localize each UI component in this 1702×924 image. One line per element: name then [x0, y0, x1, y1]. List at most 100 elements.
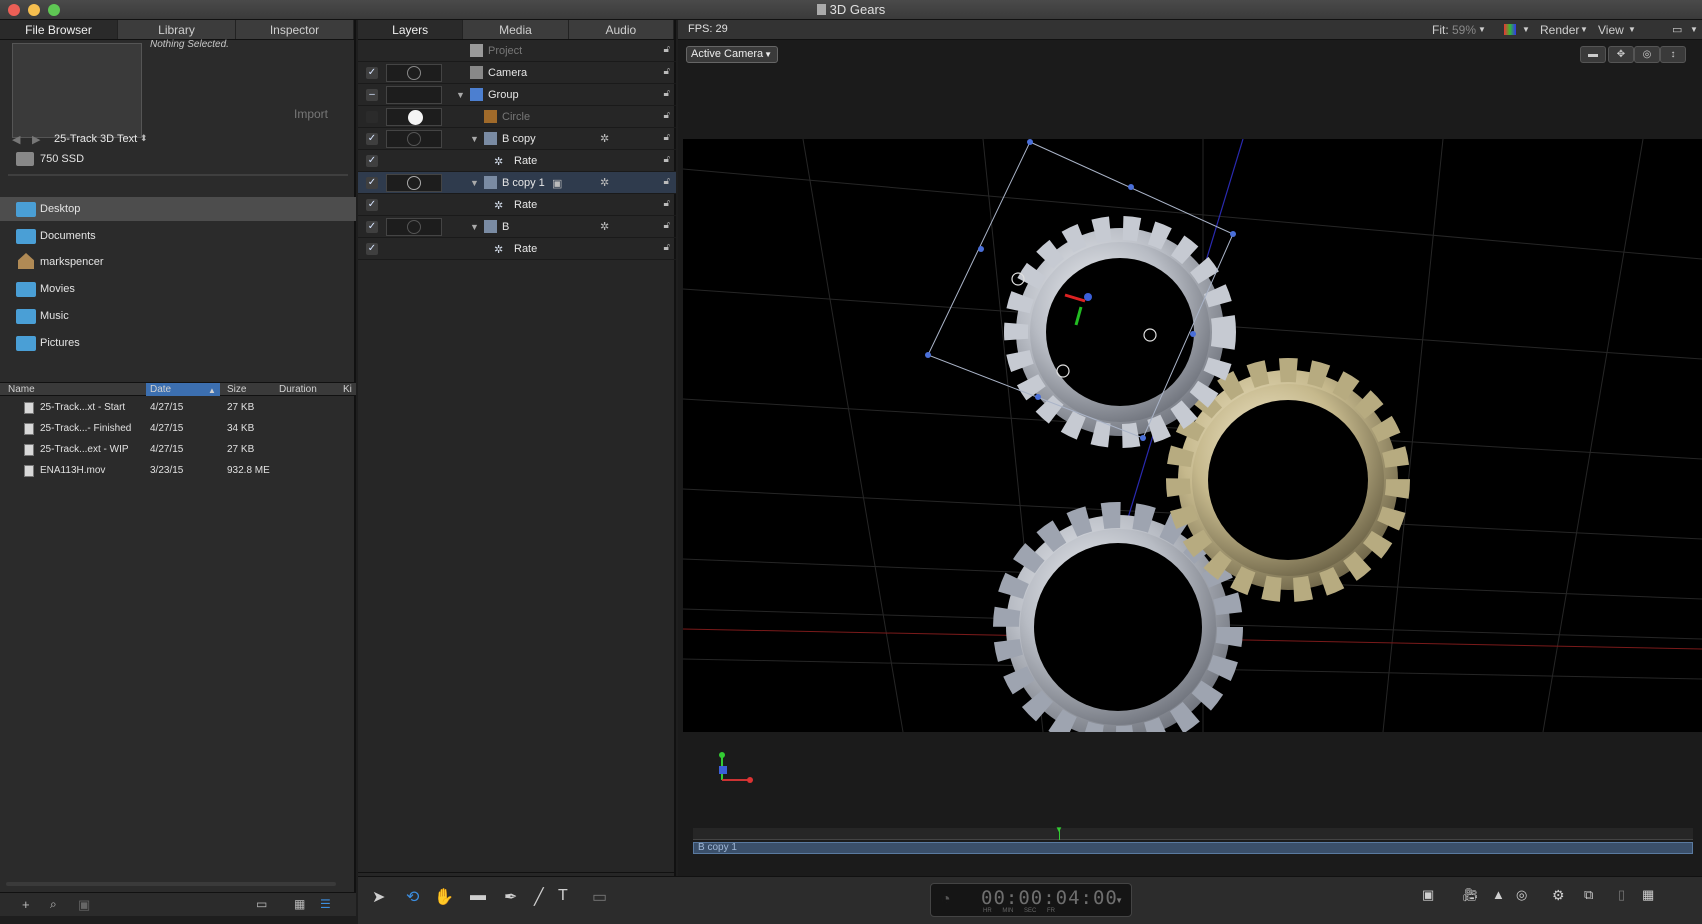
chevron-down-icon[interactable]: ▼ [1115, 896, 1123, 905]
color-channels-icon[interactable] [1504, 24, 1516, 35]
current-folder-label[interactable]: 25-Track 3D Text [54, 133, 137, 145]
layout-icon[interactable]: ⧉ [1584, 887, 1593, 903]
file-row[interactable]: 25-Track...- Finished 4/27/15 34 KB [0, 421, 356, 440]
paint-stroke-tool-icon[interactable]: ╱ [534, 887, 544, 907]
grid-icon[interactable]: ▦ [1642, 887, 1654, 903]
transform-3d-tool-icon[interactable]: ⟲ [406, 887, 419, 907]
orbit-view-icon[interactable]: ◎ [1634, 46, 1660, 63]
file-row[interactable]: 25-Track...ext - WIP 4/27/15 27 KB [0, 442, 356, 461]
sidebar-item-desktop[interactable]: Desktop [0, 197, 356, 221]
layer-row-rate[interactable]: ✓ ✲ Rate 🔓︎ [358, 238, 676, 260]
lock-icon[interactable]: 🔓︎ [664, 176, 670, 187]
sidebar-item-music[interactable]: Music [0, 304, 356, 328]
disclosure-triangle-icon[interactable]: ▼ [470, 134, 479, 144]
behavior-gear-icon[interactable]: ✲ [600, 176, 609, 189]
lock-icon[interactable]: 🔓︎ [664, 154, 670, 165]
render-menu[interactable]: Render [1540, 23, 1579, 37]
zoom-value[interactable]: 59% [1452, 23, 1476, 37]
layout-dropdown-icon[interactable]: ▼ [1690, 25, 1698, 34]
layer-row-circle[interactable]: Circle 🔓︎ [358, 106, 676, 128]
pan-view-icon[interactable]: ✥ [1608, 46, 1634, 63]
visibility-checkbox[interactable]: ✓ [366, 199, 378, 211]
lock-icon[interactable]: 🔓︎ [664, 198, 670, 209]
column-kind[interactable]: Ki [343, 383, 352, 396]
layer-row-rate[interactable]: ✓ ✲ Rate 🔓︎ [358, 150, 676, 172]
tab-audio[interactable]: Audio [569, 20, 674, 39]
render-dropdown-icon[interactable]: ▼ [1580, 25, 1588, 34]
hand-tool-icon[interactable]: ✋ [434, 887, 454, 907]
lock-icon[interactable]: 🔓︎ [664, 88, 670, 99]
lock-icon[interactable]: 🔓︎ [664, 220, 670, 231]
timeline-clip[interactable]: B copy 1 [693, 842, 1693, 854]
canvas-viewport[interactable] [683, 139, 1702, 732]
lock-icon[interactable]: 🔓︎ [664, 132, 670, 143]
light-icon[interactable]: ▲ [1492, 887, 1505, 902]
grid-view-icon[interactable]: ▦ [294, 897, 305, 911]
list-view-icon[interactable]: ☰ [320, 897, 331, 911]
visibility-checkbox[interactable]: ✓ [366, 155, 378, 167]
folder-popup-icon[interactable]: ⬍ [140, 133, 148, 144]
visibility-checkbox[interactable]: ✓ [366, 177, 378, 189]
time-ruler[interactable]: ▼ [693, 825, 1693, 840]
filters-icon[interactable]: ◎ [1516, 887, 1527, 903]
visibility-checkbox[interactable]: ✓ [366, 221, 378, 233]
file-row[interactable]: 25-Track...xt - Start 4/27/15 27 KB [0, 400, 356, 419]
forward-arrow-icon[interactable]: ▶ [32, 133, 40, 146]
visibility-checkbox[interactable]: ✓ [366, 67, 378, 79]
layer-row-rate[interactable]: ✓ ✲ Rate 🔓︎ [358, 194, 676, 216]
tab-library[interactable]: Library [118, 20, 236, 39]
tab-file-browser[interactable]: File Browser [0, 20, 118, 39]
behavior-gear-icon[interactable]: ✲ [600, 220, 609, 233]
import-button[interactable]: Import [294, 107, 328, 121]
column-size[interactable]: Size [227, 383, 246, 396]
lock-icon[interactable]: 🔓︎ [664, 242, 670, 253]
back-arrow-icon[interactable]: ◀ [12, 133, 20, 146]
add-object-icon[interactable]: ▣ [1422, 887, 1434, 903]
file-row[interactable]: ENA113H.mov 3/23/15 932.8 ME [0, 463, 356, 482]
search-icon[interactable]: ⌕ [50, 897, 57, 912]
column-name[interactable]: Name [8, 383, 35, 396]
behaviors-gear-icon[interactable]: ⚙ [1552, 887, 1565, 904]
sidebar-item-movies[interactable]: Movies [0, 277, 356, 301]
channels-dropdown-icon[interactable]: ▼ [1522, 25, 1530, 34]
visibility-checkbox[interactable]: ✓ [366, 133, 378, 145]
tab-media[interactable]: Media [463, 20, 569, 39]
new-folder-icon[interactable]: ▭ [256, 897, 267, 911]
camera-tool-icon[interactable]: 🎥︎ [1462, 887, 1479, 903]
mask-tool-icon[interactable]: ▭ [592, 887, 607, 907]
text-tool-icon[interactable]: T [558, 887, 568, 905]
layer-row-b[interactable]: ✓ ▼ B ✲ 🔓︎ [358, 216, 676, 238]
layout-icon[interactable]: ▭ [1672, 23, 1682, 36]
zoom-dropdown-icon[interactable]: ▼ [1478, 25, 1486, 34]
lock-icon[interactable]: 🔓︎ [664, 66, 670, 77]
select-tool-icon[interactable]: ➤ [372, 887, 385, 907]
bezier-tool-icon[interactable]: ✒ [504, 887, 517, 907]
disclosure-triangle-icon[interactable]: ▼ [470, 178, 479, 188]
timecode-display[interactable]: ◔ 00:00:04:00 HR MIN SEC FR ▼ [930, 883, 1132, 917]
rectangle-tool-icon[interactable]: ▬ [470, 887, 486, 905]
sidebar-item-pictures[interactable]: Pictures [0, 331, 356, 355]
dolly-view-icon[interactable]: ↕ [1660, 46, 1686, 63]
view-menu[interactable]: View [1598, 23, 1624, 37]
lock-icon[interactable]: 🔓︎ [664, 110, 670, 121]
layer-row-project[interactable]: Project 🔓︎ [358, 40, 676, 62]
visibility-checkbox[interactable]: ✓ [366, 243, 378, 255]
sidebar-item-home[interactable]: markspencer [0, 250, 356, 274]
lock-icon[interactable]: 🔓︎ [664, 44, 670, 55]
camera-view-icon[interactable]: ▬ [1580, 46, 1606, 63]
make-clone-icon[interactable]: ▯ [1618, 887, 1625, 903]
add-icon[interactable]: + [22, 897, 30, 912]
layer-row-b-copy-1[interactable]: ✓ ▼ B copy 1 ▣ ✲ 🔓︎ [358, 172, 676, 194]
tab-layers[interactable]: Layers [358, 20, 464, 39]
visibility-checkbox[interactable]: – [366, 89, 378, 101]
behavior-gear-icon[interactable]: ✲ [600, 132, 609, 145]
horizontal-scrollbar[interactable] [6, 882, 336, 886]
disclosure-triangle-icon[interactable]: ▼ [470, 222, 479, 232]
layer-row-camera[interactable]: ✓ Camera 🔓︎ [358, 62, 676, 84]
tab-inspector[interactable]: Inspector [236, 20, 354, 39]
visibility-checkbox[interactable] [366, 111, 378, 123]
layer-row-group[interactable]: – ▼ Group 🔓︎ [358, 84, 676, 106]
preview-toggle-icon[interactable]: ▣ [78, 897, 90, 913]
column-date[interactable]: Date [150, 383, 171, 396]
camera-dropdown[interactable]: Active Camera ▼ [686, 46, 778, 63]
